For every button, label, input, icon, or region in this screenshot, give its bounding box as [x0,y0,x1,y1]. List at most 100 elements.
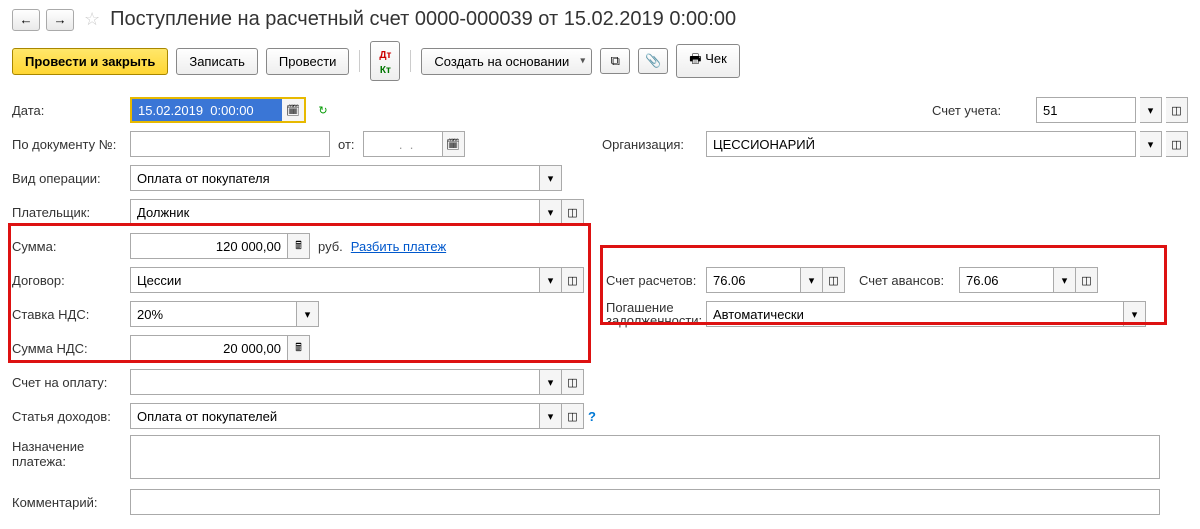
docnum-input[interactable] [130,131,330,157]
sum-calc-button[interactable]: 🖩 [288,233,310,259]
acct-advance-open-button[interactable]: ◫ [1076,267,1098,293]
chevron-down-icon: ▾ [1148,104,1154,117]
optype-input[interactable] [130,165,540,191]
toolbar-separator [359,50,360,72]
debt-dropdown-button[interactable]: ▾ [1124,301,1146,327]
calculator-icon: 🖩 [295,237,302,256]
calculator-icon: 🖩 [295,339,302,358]
org-dropdown-button[interactable]: ▾ [1140,131,1162,157]
org-open-button[interactable]: ◫ [1166,131,1188,157]
chevron-down-icon: ▾ [1132,308,1138,321]
date-picker-button[interactable]: 🗓 [282,99,304,121]
date-label: Дата: [12,103,130,118]
chevron-down-icon: ▾ [548,410,554,423]
vatsum-input[interactable] [130,335,288,361]
chevron-down-icon: ▾ [1062,274,1068,287]
chevron-down-icon: ▾ [548,172,554,185]
refresh-date-button[interactable]: ↻ [312,97,334,123]
account-input[interactable] [1036,97,1136,123]
contract-dropdown-button[interactable]: ▾ [540,267,562,293]
paperclip-icon: 📎 [645,53,661,68]
contract-input[interactable] [130,267,540,293]
account-label: Счет учета: [932,103,1032,118]
purpose-label: Назначение платежа: [12,435,130,469]
optype-dropdown-button[interactable]: ▾ [540,165,562,191]
acct-advance-input[interactable] [959,267,1054,293]
check-button[interactable]: 🖶 Чек [676,44,740,78]
calendar-icon: 🗓 [446,138,460,151]
favorite-star-icon[interactable]: ☆ [84,9,100,30]
vatrate-input[interactable] [130,301,297,327]
invoice-label: Счет на оплату: [12,375,130,390]
account-open-button[interactable]: ◫ [1166,97,1188,123]
comment-label: Комментарий: [12,495,130,510]
chevron-down-icon: ▾ [809,274,815,287]
date-input[interactable] [132,99,282,121]
vatrate-label: Ставка НДС: [12,307,130,322]
income-input[interactable] [130,403,540,429]
vatsum-label: Сумма НДС: [12,341,130,356]
post-button[interactable]: Провести [266,48,350,75]
structure-button[interactable]: ⧉ [600,48,630,74]
attachments-button[interactable]: 📎 [638,48,668,74]
printer-icon: 🖶 [689,51,701,66]
sum-input[interactable] [130,233,288,259]
structure-icon: ⧉ [611,53,620,68]
acct-settle-input[interactable] [706,267,801,293]
invoice-input[interactable] [130,369,540,395]
payer-label: Плательщик: [12,205,130,220]
open-icon: ◫ [567,376,577,389]
debt-input[interactable] [706,301,1124,327]
help-icon[interactable]: ? [588,409,596,424]
from-label: от: [338,137,355,152]
acct-settle-dropdown-button[interactable]: ▾ [801,267,823,293]
toolbar-separator [410,50,411,72]
account-dropdown-button[interactable]: ▾ [1140,97,1162,123]
acct-settle-open-button[interactable]: ◫ [823,267,845,293]
open-icon: ◫ [567,206,577,219]
split-payment-link[interactable]: Разбить платеж [351,239,446,254]
chevron-down-icon: ▾ [1148,138,1154,151]
comment-input[interactable] [130,489,1160,515]
vatsum-calc-button[interactable]: 🖩 [288,335,310,361]
dtkt-icon: ДтКт [379,50,391,76]
payer-input[interactable] [130,199,540,225]
calendar-icon: 🗓 [286,104,300,117]
income-label: Статья доходов: [12,409,130,424]
purpose-textarea[interactable] [130,435,1160,479]
acct-advance-dropdown-button[interactable]: ▾ [1054,267,1076,293]
open-icon: ◫ [567,410,577,423]
optype-label: Вид операции: [12,171,130,186]
nav-forward-button[interactable]: → [46,9,74,31]
vatrate-dropdown-button[interactable]: ▾ [297,301,319,327]
sum-label: Сумма: [12,239,130,254]
nav-back-button[interactable]: ← [12,9,40,31]
debt-label: Погашение задолженности: [606,301,706,327]
create-based-on-button[interactable]: Создать на основании [421,48,592,75]
open-icon: ◫ [828,274,838,287]
org-label: Организация: [602,137,702,152]
from-date-picker-button[interactable]: 🗓 [443,131,465,157]
chevron-down-icon: ▾ [548,206,554,219]
income-dropdown-button[interactable]: ▾ [540,403,562,429]
income-open-button[interactable]: ◫ [562,403,584,429]
org-input[interactable] [706,131,1136,157]
payer-open-button[interactable]: ◫ [562,199,584,225]
dtkt-button[interactable]: ДтКт [370,41,400,81]
currency-label: руб. [318,239,343,254]
chevron-down-icon: ▾ [548,274,554,287]
chevron-down-icon: ▾ [548,376,554,389]
check-label: Чек [705,51,727,66]
save-button[interactable]: Записать [176,48,258,75]
invoice-open-button[interactable]: ◫ [562,369,584,395]
acct-settle-label: Счет расчетов: [606,273,706,288]
post-and-close-button[interactable]: Провести и закрыть [12,48,168,75]
open-icon: ◫ [1171,104,1181,117]
open-icon: ◫ [1081,274,1091,287]
invoice-dropdown-button[interactable]: ▾ [540,369,562,395]
from-date-input[interactable] [363,131,443,157]
payer-dropdown-button[interactable]: ▾ [540,199,562,225]
open-icon: ◫ [567,274,577,287]
contract-open-button[interactable]: ◫ [562,267,584,293]
page-title: Поступление на расчетный счет 0000-00003… [110,8,736,31]
